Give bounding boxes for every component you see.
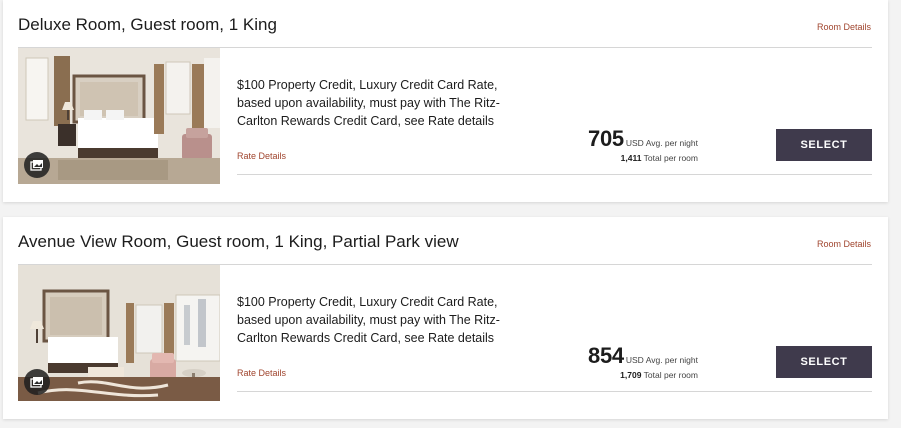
room-title: Deluxe Room, Guest room, 1 King — [18, 15, 277, 34]
price-block: 854 USD Avg. per night 1,709 Total per r… — [588, 343, 698, 380]
total-price: 1,709 — [620, 370, 642, 380]
room-photo[interactable] — [18, 265, 220, 401]
room-details-link[interactable]: Room Details — [817, 239, 871, 249]
room-details-link[interactable]: Room Details — [817, 22, 871, 32]
divider — [237, 391, 872, 392]
price-block: 705 USD Avg. per night 1,411 Total per r… — [588, 126, 698, 163]
rate-description: $100 Property Credit, Luxury Credit Card… — [237, 295, 500, 345]
select-button[interactable]: SELECT — [776, 129, 872, 161]
room-card-avenue-view: Avenue View Room, Guest room, 1 King, Pa… — [3, 217, 888, 419]
room-title: Avenue View Room, Guest room, 1 King, Pa… — [18, 232, 459, 251]
camera-gallery-icon[interactable] — [24, 152, 50, 178]
nightly-price: 854 — [588, 343, 624, 368]
room-card-deluxe: Deluxe Room, Guest room, 1 King Room Det… — [3, 0, 888, 202]
nightly-price: 705 — [588, 126, 624, 151]
camera-gallery-icon[interactable] — [24, 369, 50, 395]
total-label: Total per room — [643, 153, 698, 163]
rate-details-link[interactable]: Rate Details — [237, 151, 286, 161]
rate-details-link[interactable]: Rate Details — [237, 368, 286, 378]
total-label: Total per room — [643, 370, 698, 380]
divider — [237, 174, 872, 175]
select-button[interactable]: SELECT — [776, 346, 872, 378]
total-price: 1,411 — [620, 153, 642, 163]
rate-description: $100 Property Credit, Luxury Credit Card… — [237, 78, 500, 128]
price-unit-label: USD Avg. per night — [625, 355, 698, 365]
price-unit-label: USD Avg. per night — [625, 138, 698, 148]
room-photo[interactable] — [18, 48, 220, 184]
